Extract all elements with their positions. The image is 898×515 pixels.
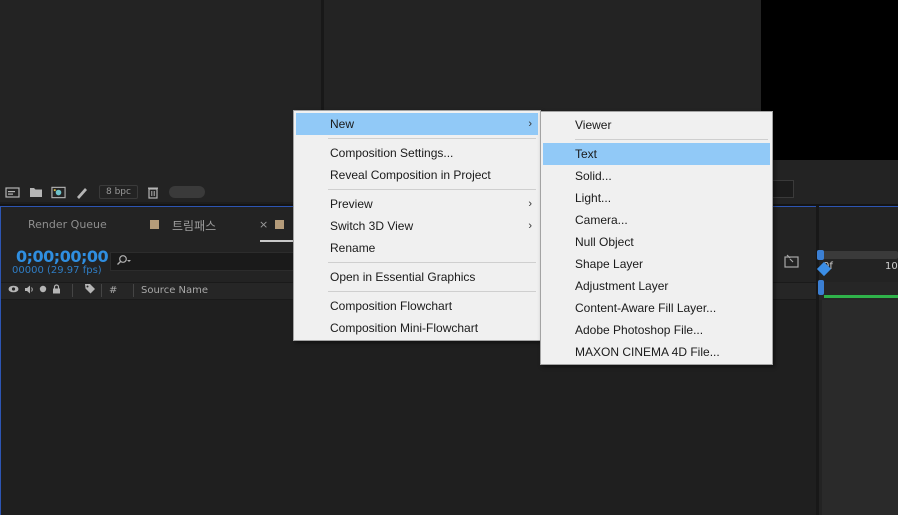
bit-depth-button[interactable]: 8 bpc [99,185,138,199]
context-menu: New › Composition Settings... Reveal Comp… [293,110,541,341]
tab-render-queue[interactable]: Render Queue [28,218,107,231]
tab-composition[interactable]: 트림패스 [172,217,216,234]
solo-icon[interactable] [39,285,47,293]
menu-item-open-essential-graphics[interactable]: Open in Essential Graphics [296,266,538,288]
eye-icon[interactable] [8,285,19,293]
layer-bars-area[interactable] [822,300,898,515]
menu-item-new[interactable]: New › [296,113,538,135]
time-navigator-bar[interactable] [819,251,898,259]
column-separator[interactable] [72,284,73,297]
menu-item-reveal-composition[interactable]: Reveal Composition in Project [296,164,538,186]
tab-label-swatch [275,220,284,229]
work-area-start-handle[interactable] [818,280,824,295]
new-submenu: Viewer Text Solid... Light... Camera... … [540,111,773,365]
layer-search-input[interactable] [110,252,300,271]
frame-rate-display: 00000 (29.97 fps) [12,265,102,276]
active-tab-indicator [260,240,294,242]
submenu-arrow-icon: › [528,198,532,210]
menu-item-rename[interactable]: Rename [296,237,538,259]
menu-separator [296,259,538,266]
column-separator[interactable] [133,284,134,297]
submenu-item-cinema-4d-file[interactable]: MAXON CINEMA 4D File... [543,341,770,363]
menu-separator [296,135,538,142]
label-tag-icon [84,283,96,297]
audio-icon[interactable] [24,285,34,294]
menu-separator [296,288,538,295]
pen-tool-icon[interactable] [74,186,89,199]
composition-canvas[interactable] [761,0,898,160]
time-navigator-start-handle[interactable] [817,250,824,260]
search-icon[interactable] [116,254,132,269]
current-time-display[interactable]: 0;00;00;00 [16,247,109,266]
submenu-item-null-object[interactable]: Null Object [543,231,770,253]
tab-label-swatch [150,220,159,229]
menu-separator [543,136,770,143]
new-folder-icon[interactable] [28,186,43,199]
submenu-arrow-icon: › [528,118,532,130]
lock-icon[interactable] [52,284,61,294]
project-toolbar: 8 bpc [0,182,321,202]
ruler-label-next: 10 [885,261,898,272]
menu-item-label: Preview [330,197,373,211]
interpret-footage-icon[interactable] [5,186,20,199]
submenu-arrow-icon: › [528,220,532,232]
trash-icon[interactable] [146,186,161,199]
menu-item-label: Switch 3D View [330,219,414,233]
project-scroll-pill[interactable] [168,186,205,198]
submenu-item-photoshop-file[interactable]: Adobe Photoshop File... [543,319,770,341]
menu-item-composition-flowchart[interactable]: Composition Flowchart [296,295,538,317]
menu-item-composition-mini-flowchart[interactable]: Composition Mini-Flowchart [296,317,538,339]
submenu-item-content-aware-fill[interactable]: Content-Aware Fill Layer... [543,297,770,319]
layer-number-column: # [109,285,118,296]
submenu-item-text[interactable]: Text [543,143,770,165]
source-name-column[interactable]: Source Name [141,285,208,296]
submenu-item-camera[interactable]: Camera... [543,209,770,231]
comp-flowchart-icon[interactable] [784,254,800,271]
menu-item-label: New [330,117,355,131]
submenu-item-shape-layer[interactable]: Shape Layer [543,253,770,275]
submenu-item-adjustment-layer[interactable]: Adjustment Layer [543,275,770,297]
submenu-item-viewer[interactable]: Viewer [543,114,770,136]
menu-separator [296,186,538,193]
column-separator[interactable] [101,284,102,297]
menu-item-preview[interactable]: Preview › [296,193,538,215]
menu-item-composition-settings[interactable]: Composition Settings... [296,142,538,164]
submenu-item-solid[interactable]: Solid... [543,165,770,187]
work-area-bar[interactable] [824,295,898,298]
switches-column-icons [8,284,61,294]
menu-item-switch-3d-view[interactable]: Switch 3D View › [296,215,538,237]
new-composition-icon[interactable] [51,186,66,199]
submenu-item-light[interactable]: Light... [543,187,770,209]
tab-close-icon[interactable]: × [259,218,268,231]
project-panel [0,0,321,182]
